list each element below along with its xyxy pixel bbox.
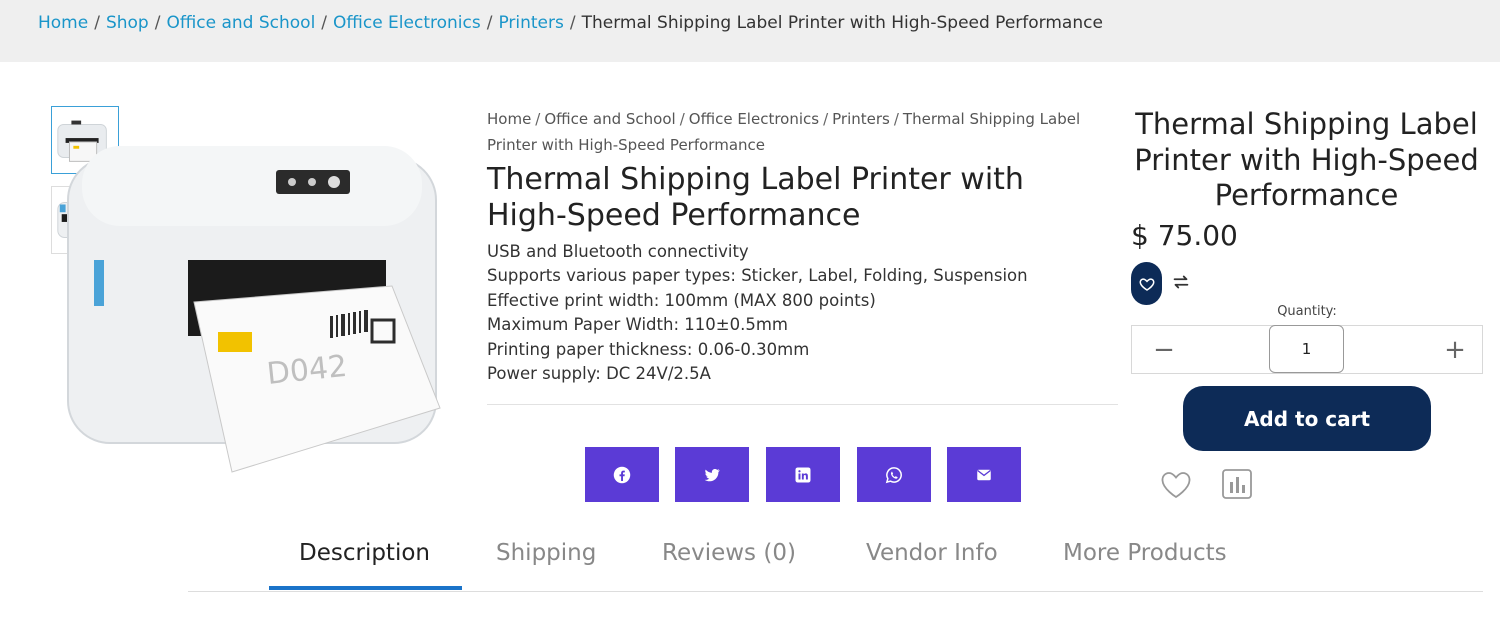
breadcrumb-link-office-electronics[interactable]: Office Electronics	[333, 13, 481, 33]
product-price: $ 75.00	[1131, 219, 1238, 252]
active-tab-underline	[269, 586, 462, 590]
quantity-decrease-button[interactable]: −	[1145, 332, 1183, 368]
heart-icon	[1139, 277, 1154, 291]
bar-chart-icon[interactable]	[1221, 468, 1253, 500]
quantity-increase-button[interactable]: +	[1436, 332, 1474, 368]
feature-item: Supports various paper types: Sticker, L…	[487, 266, 1028, 286]
share-email-button[interactable]	[947, 447, 1021, 502]
tab-description[interactable]: Description	[299, 540, 430, 566]
feature-item: Printing paper thickness: 0.06-0.30mm	[487, 339, 810, 359]
heart-outline-icon[interactable]	[1159, 468, 1193, 502]
breadcrumb-link-office-and-school[interactable]: Office and School	[166, 13, 315, 33]
twitter-icon	[704, 468, 720, 481]
product-breadcrumb-link-home[interactable]: Home	[487, 110, 531, 128]
breadcrumb-separator: /	[321, 13, 328, 33]
share-whatsapp-button[interactable]	[857, 447, 931, 502]
add-to-cart-button[interactable]: Add to cart	[1183, 386, 1431, 451]
facebook-icon	[613, 466, 631, 483]
feature-item: Power supply: DC 24V/2.5A	[487, 364, 711, 384]
breadcrumb-separator: /	[569, 13, 576, 33]
top-breadcrumb-bar: Home / Shop / Office and School / Office Elect…	[0, 0, 1500, 62]
product-breadcrumb-link-office-and-school[interactable]: Office and School	[544, 110, 675, 128]
divider	[487, 404, 1118, 405]
breadcrumb-separator: /	[535, 110, 541, 128]
tab-reviews[interactable]: Reviews (0)	[662, 540, 796, 566]
share-linkedin-button[interactable]	[766, 447, 840, 502]
share-twitter-button[interactable]	[675, 447, 749, 502]
whatsapp-icon	[885, 466, 902, 483]
breadcrumb-current: Thermal Shipping Label Printer with High…	[581, 13, 1103, 33]
feature-item: Effective print width: 100mm (MAX 800 po…	[487, 290, 876, 310]
email-icon	[977, 469, 991, 480]
wishlist-button[interactable]	[1131, 262, 1162, 305]
breadcrumb-separator: /	[823, 110, 829, 128]
breadcrumb-link-printers[interactable]: Printers	[498, 13, 563, 33]
breadcrumb-separator: /	[94, 13, 100, 33]
share-facebook-button[interactable]	[585, 447, 659, 502]
breadcrumb: Home / Shop / Office and School / Office Elect…	[38, 13, 1103, 33]
main-product-image: D042	[62, 136, 447, 481]
tab-vendor-info[interactable]: Vendor Info	[866, 540, 998, 566]
breadcrumb-link-shop[interactable]: Shop	[106, 13, 149, 33]
linkedin-icon	[795, 467, 811, 482]
sidebar-product-title: Thermal Shipping Label Printer with High…	[1134, 107, 1479, 212]
tab-shipping[interactable]: Shipping	[496, 540, 596, 566]
breadcrumb-separator: /	[679, 110, 685, 128]
breadcrumb-separator: /	[486, 13, 493, 33]
product-breadcrumb-link-printers[interactable]: Printers	[832, 110, 890, 128]
quantity-label: Quantity:	[1277, 304, 1337, 319]
feature-list: USB and Bluetooth connectivity Supports …	[487, 240, 1028, 386]
product-tabs: Description Shipping Reviews (0) Vendor …	[188, 540, 1483, 592]
feature-item: Maximum Paper Width: 110±0.5mm	[487, 315, 788, 335]
feature-item: USB and Bluetooth connectivity	[487, 242, 749, 261]
compare-arrows-icon[interactable]	[1170, 271, 1192, 293]
breadcrumb-separator: /	[154, 13, 161, 33]
thermal-printer-illustration: D042	[67, 146, 441, 473]
product-breadcrumb-link-office-electronics[interactable]: Office Electronics	[689, 110, 819, 128]
product-breadcrumb: Home / Office and School / Office Electronic…	[487, 106, 1087, 158]
quantity-input[interactable]	[1269, 325, 1344, 373]
breadcrumb-link-home[interactable]: Home	[38, 13, 88, 33]
tab-more-products[interactable]: More Products	[1063, 540, 1227, 566]
product-title: Thermal Shipping Label Printer with High…	[487, 162, 1024, 233]
breadcrumb-separator: /	[893, 110, 899, 128]
